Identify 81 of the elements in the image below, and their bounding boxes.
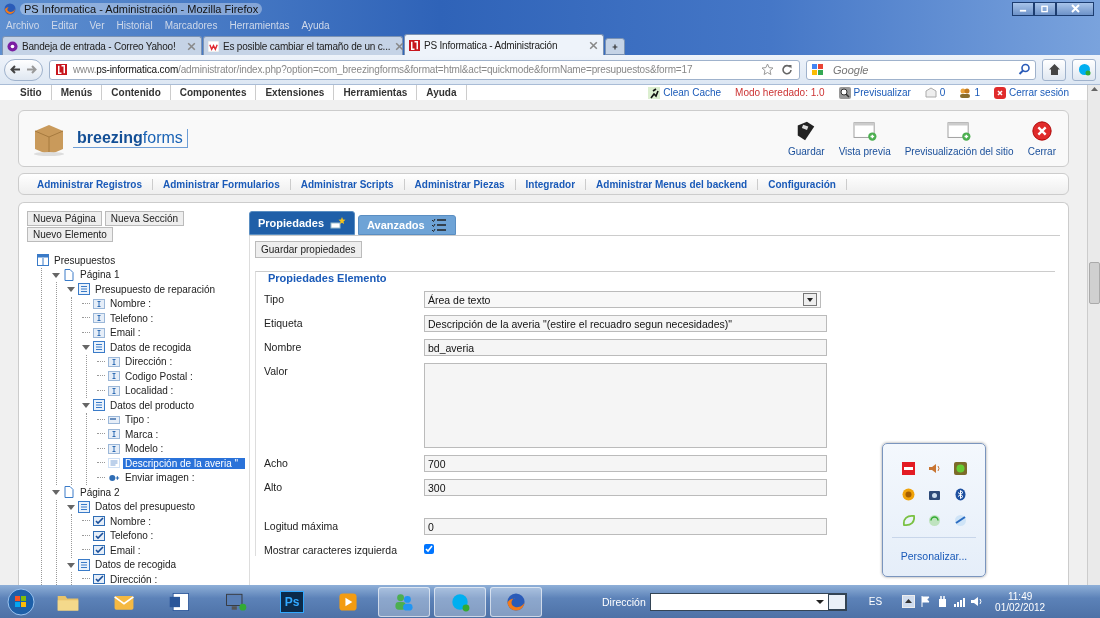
editor-button[interactable]: Nuevo Elemento xyxy=(27,227,113,242)
language-indicator[interactable]: ES xyxy=(868,596,883,607)
photoshop-icon[interactable]: Ps xyxy=(280,590,304,613)
field-label: Valor xyxy=(264,364,289,379)
menu-item[interactable]: Extensiones xyxy=(256,85,335,100)
editor-button[interactable]: Nueva Sección xyxy=(104,211,185,226)
field-label: Tipo xyxy=(264,292,286,307)
input-field[interactable]: bd_averia xyxy=(424,339,827,356)
menu-item[interactable]: Menús xyxy=(51,85,103,100)
status-link[interactable]: 1 xyxy=(974,87,980,98)
status-link[interactable]: Cerrar sesión xyxy=(1008,87,1069,98)
tree-item[interactable]: Descripción de la averia " xyxy=(123,457,245,469)
menu-item[interactable]: Ayuda xyxy=(417,85,467,100)
input-field[interactable]: 300 xyxy=(424,479,827,496)
tree-item[interactable]: Nombre : xyxy=(108,298,154,310)
submenu-link[interactable]: Administrar Formularios xyxy=(153,178,291,190)
field-label: Etiqueta xyxy=(264,316,304,331)
menu-item[interactable]: Sitio xyxy=(11,85,52,100)
tree-item[interactable]: Página 2 xyxy=(78,486,122,498)
submenu-link[interactable]: Integrador xyxy=(515,178,587,190)
tree-item[interactable]: Dirección : xyxy=(123,356,175,368)
tree-item[interactable]: Email : xyxy=(108,544,143,556)
input-field[interactable]: 700 xyxy=(424,455,827,472)
tree-item[interactable]: Marca : xyxy=(123,428,161,440)
save-properties-button[interactable]: Guardar propiedades xyxy=(255,241,362,258)
submenu-link[interactable]: Administrar Menus del backend xyxy=(586,178,759,190)
toolbar-button[interactable]: Vista previa xyxy=(838,120,891,157)
input-field[interactable]: 0 xyxy=(424,518,827,535)
field-label: Logitud máxima xyxy=(264,519,340,534)
input-field[interactable]: Descripción de la averia "(estire el recuadro segun necesidades)" xyxy=(424,315,827,332)
tree-item[interactable]: Dirección : xyxy=(108,573,160,585)
tree-item[interactable]: Email : xyxy=(108,327,143,339)
field-label: Acho xyxy=(264,456,289,471)
tree-item[interactable]: Telefono : xyxy=(108,530,156,542)
status-link[interactable]: Clean Cache xyxy=(663,87,722,98)
tree-item[interactable]: Presupuesto de reparación xyxy=(93,283,218,295)
toolbar-button[interactable]: Guardar xyxy=(787,120,825,157)
menu-item[interactable]: Contenido xyxy=(102,85,171,100)
customize-link[interactable]: Personalizar... xyxy=(900,550,968,562)
field-label: Alto xyxy=(264,480,284,495)
editor-button[interactable]: Nueva Página xyxy=(27,211,102,226)
submenu-link[interactable]: Administrar Scripts xyxy=(290,178,405,190)
status-link[interactable]: 0 xyxy=(939,87,946,98)
tree-item[interactable]: Nombre : xyxy=(108,515,154,527)
tree-item[interactable]: Localidad : xyxy=(123,385,176,397)
field-label: Mostrar caracteres izquierda xyxy=(264,543,399,556)
tree-item[interactable]: Datos del presupuesto xyxy=(93,501,198,513)
toolbar-button[interactable]: Cerrar xyxy=(1027,120,1056,157)
status-link[interactable]: Previsualizar xyxy=(853,87,911,98)
browser-tab[interactable]: Bandeja de entrada - Correo Yahoo! xyxy=(2,36,202,55)
address-label: Dirección xyxy=(602,595,646,608)
tree-item[interactable]: Tipo : xyxy=(123,414,152,426)
toolbar-button[interactable]: Previsualización del sitio xyxy=(904,120,1014,157)
mode-label: Modo heredado: 1.0 xyxy=(735,87,825,98)
submenu-link[interactable]: Administrar Piezas xyxy=(404,178,516,190)
clock-time[interactable]: 11:49 xyxy=(1008,590,1033,602)
window-title: PS Informatica - Administración - Mozilla Firefox xyxy=(20,2,263,15)
tree-item[interactable]: Codigo Postal : xyxy=(123,370,195,382)
search-field[interactable]: Google xyxy=(806,59,1036,80)
menu-item[interactable]: Herramientas xyxy=(334,85,418,100)
clock-date[interactable]: 01/02/2012 xyxy=(995,601,1046,613)
url-field[interactable]: www.ps-informatica.com/administrator/index.php?option=com_breezingforms&format=html&act=quickmode&formName=presupuestos&form=17 xyxy=(49,59,800,80)
panel-tab[interactable]: Propiedades xyxy=(249,211,356,235)
tree-item[interactable]: Página 1 xyxy=(78,269,122,281)
tree-item[interactable]: Telefono : xyxy=(108,312,156,324)
submenu-link[interactable]: Administrar Registros xyxy=(27,178,154,190)
tree-item[interactable]: Presupuestos xyxy=(52,254,118,266)
submenu-link[interactable]: Configuración xyxy=(758,178,847,190)
tree-item[interactable]: Enviar imagen : xyxy=(123,472,197,484)
tree-item[interactable]: Modelo : xyxy=(123,443,166,455)
browser-tab[interactable]: PS Informatica - Administración xyxy=(404,34,604,55)
tree-item[interactable]: Datos del producto xyxy=(108,399,196,411)
menu-item[interactable]: Componentes xyxy=(170,85,257,100)
type-dropdown[interactable]: Área de texto xyxy=(424,291,821,308)
tree-item[interactable]: Datos de recogida xyxy=(108,341,194,353)
taskbar-button[interactable]: Ps xyxy=(266,586,318,617)
menu-item[interactable]: Ayuda xyxy=(301,20,330,31)
browser-tab[interactable]: Es posible cambiar el tamaño de un c... xyxy=(203,36,403,55)
logo-text: breezingforms xyxy=(73,129,188,148)
tree-item[interactable]: Datos de recogida xyxy=(93,559,179,571)
field-label: Nombre xyxy=(264,340,303,355)
